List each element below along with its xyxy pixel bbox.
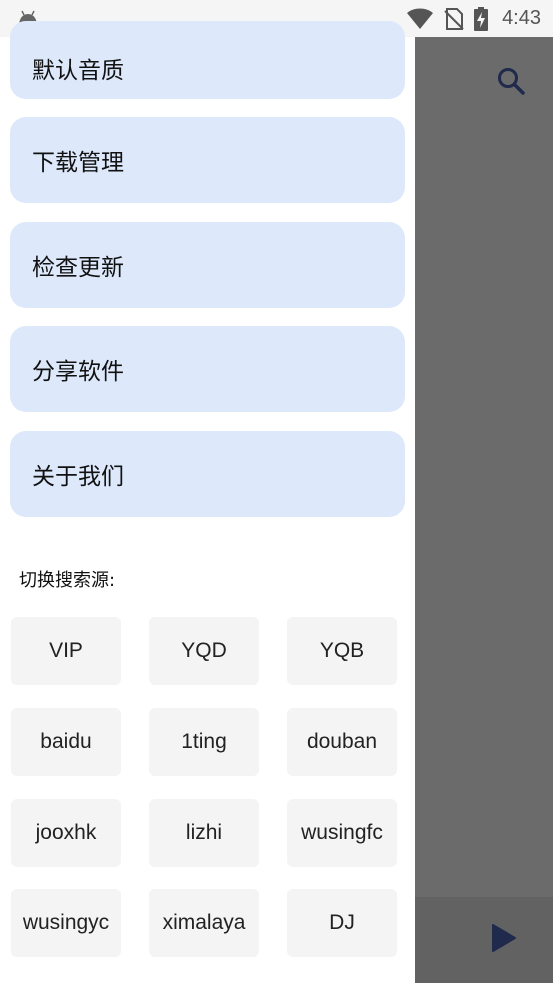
chip-label: wusingfc [301, 821, 383, 844]
menu-item-check-update[interactable]: 检查更新 [10, 222, 405, 308]
wifi-icon [407, 8, 434, 29]
source-chip-wusingyc[interactable]: wusingyc [11, 889, 121, 957]
menu-item-share-app[interactable]: 分享软件 [10, 326, 405, 412]
player-bar [415, 897, 553, 983]
background-app-scrim[interactable] [415, 37, 553, 983]
source-chip-dj[interactable]: DJ [287, 889, 397, 957]
source-chip-yqb[interactable]: YQB [287, 617, 397, 685]
menu-item-download-manager[interactable]: 下载管理 [10, 117, 405, 203]
chip-label: douban [306, 730, 378, 753]
source-chip-baidu[interactable]: baidu [11, 708, 121, 776]
chip-label: VIP [49, 639, 83, 662]
chip-label: wusingyc [22, 911, 110, 934]
chip-label: baidu [40, 730, 92, 753]
chip-label: YQB [319, 639, 365, 662]
source-chip-ximalaya[interactable]: ximalaya [149, 889, 259, 957]
source-chip-yqd[interactable]: YQD [149, 617, 259, 685]
source-chip-vip[interactable]: VIP [11, 617, 121, 685]
source-chip-douban[interactable]: douban [287, 708, 397, 776]
status-time: 4:43 [502, 7, 541, 29]
source-chip-lizhi[interactable]: lizhi [149, 799, 259, 867]
battery-charging-icon [474, 6, 489, 31]
chip-label: lizhi [185, 821, 223, 844]
chip-label: jooxhk [35, 821, 97, 844]
source-chip-wusingfc[interactable]: wusingfc [287, 799, 397, 867]
chip-label: 1ting [181, 730, 227, 753]
screen: 4:43 默认音质 下载管理 检查更新 分享软件 关于我们 切换搜索源: VIP… [0, 0, 553, 983]
menu-item-about-us[interactable]: 关于我们 [10, 431, 405, 517]
menu-item-label: 下载管理 [32, 150, 124, 176]
chip-label: ximalaya [162, 911, 246, 934]
menu-item-default-quality[interactable]: 默认音质 [10, 21, 405, 99]
menu-item-label: 默认音质 [32, 58, 124, 84]
navigation-drawer: 默认音质 下载管理 检查更新 分享软件 关于我们 切换搜索源: VIP YQD … [0, 21, 415, 983]
chip-label: YQD [181, 639, 227, 662]
search-icon[interactable] [496, 66, 526, 96]
source-chip-jooxhk[interactable]: jooxhk [11, 799, 121, 867]
menu-item-label: 关于我们 [32, 464, 124, 490]
search-source-label: 切换搜索源: [19, 570, 116, 591]
play-icon[interactable] [491, 923, 517, 953]
no-sim-icon [444, 7, 464, 30]
menu-item-label: 检查更新 [32, 255, 124, 281]
source-chip-1ting[interactable]: 1ting [149, 708, 259, 776]
status-icons: 4:43 [406, 0, 541, 37]
menu-item-label: 分享软件 [32, 359, 124, 385]
chip-label: DJ [329, 911, 355, 934]
